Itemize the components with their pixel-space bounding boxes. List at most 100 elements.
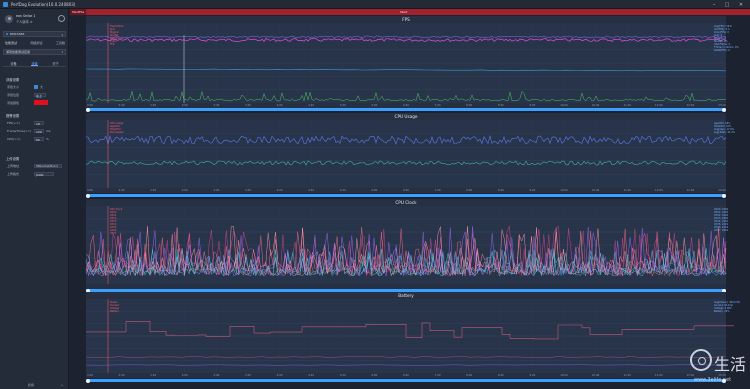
user-profile[interactable]: ean Sellse 1 个人版本 ≡ (3, 13, 66, 27)
time-tick-label: 0:40 (118, 104, 125, 107)
time-tick-label: 2:00 (181, 374, 188, 377)
watermark-logo-icon (690, 349, 712, 371)
time-tick-label: 6:00 (371, 374, 378, 377)
battery-panel: Battery Power Current Voltage Battery Av… (85, 292, 740, 378)
cpu-stats-legend: AppCPU: 18% TotalCPU: 42% Avg(App): 17.6… (714, 122, 742, 134)
maximize-button[interactable]: □ (721, 0, 733, 9)
avatar[interactable] (5, 15, 13, 23)
float-size-label: 浮窗大小 (7, 85, 20, 89)
time-tick-label: 8:40 (497, 374, 504, 377)
record-label[interactable]: Start (400, 10, 407, 14)
upload-url-input[interactable]: https://perfdog.q (34, 164, 62, 168)
battery-timeline-scrollbar[interactable] (86, 378, 726, 383)
settings-gear-icon[interactable] (58, 15, 65, 22)
app-select[interactable]: 游戏性能测试应用 ▾ (3, 49, 66, 55)
alert-cpu-input[interactable]: 80 (34, 137, 44, 142)
float-position-label: 浮窗位置 (7, 93, 20, 97)
time-tick-label: 9:20 (529, 104, 536, 107)
time-tick-label: 4:40 (308, 374, 315, 377)
start-file-tab[interactable]: StartFile (70, 9, 86, 15)
fps-plot[interactable]: FrameTime Jank BigJank Stutter InterFram… (85, 23, 739, 103)
site-watermark: 生活 www.3elife.net (690, 349, 746, 387)
time-tick-label: 1:20 (150, 189, 157, 192)
time-tick-label: 2:40 (213, 374, 220, 377)
tab-settings[interactable]: 设置 (31, 61, 38, 66)
alert-fps-input[interactable]: 18 (34, 121, 44, 126)
battery-plot[interactable]: Power Current Voltage Battery Avg(Power)… (85, 299, 740, 373)
time-tick-label: 9:20 (529, 374, 536, 377)
alert-cpu-unit: % (46, 137, 49, 141)
time-tick-label: 6:00 (371, 104, 378, 107)
scroll-start-handle[interactable] (86, 107, 90, 112)
watermark-url: www.3elife.net (694, 377, 732, 383)
time-tick-label: 4:40 (308, 189, 315, 192)
fps-legend-item: FPS (110, 43, 115, 46)
cpu-usage-plot[interactable]: CPU Usage AppCPU TotalCPU Normalized App… (85, 120, 735, 188)
cpu-clock-chart (85, 206, 727, 284)
time-tick-label: 5:20 (339, 189, 346, 192)
tab-device[interactable]: 设备 (10, 61, 16, 66)
close-button[interactable]: ✕ (735, 0, 747, 9)
device-select[interactable]: RMX3366 ▾ (3, 31, 66, 37)
time-tick-label: 10:00 (560, 374, 568, 377)
minimize-button[interactable]: – (708, 0, 720, 9)
time-tick-label: 11:20 (623, 189, 631, 192)
scroll-start-handle[interactable] (86, 193, 90, 198)
time-tick-label: 8:00 (466, 189, 473, 192)
time-tick-label: 0:40 (118, 189, 125, 192)
section-alert: 报警设置 (6, 114, 20, 118)
time-tick-label: 7:20 (434, 189, 441, 192)
fps-stat: Delta(FPS): 0 (714, 49, 730, 52)
time-tick-label: 4:40 (308, 104, 315, 107)
battery-red-legend: Power Current Voltage Battery (110, 301, 140, 313)
time-tick-label: 7:20 (434, 374, 441, 377)
battery-stat: Battery: 74% (714, 310, 730, 313)
user-name: ean Sellse 1 (16, 14, 36, 18)
record-strip: StartFile Start (70, 9, 750, 15)
time-tick-label: 8:40 (497, 104, 504, 107)
alert-frametime-input[interactable]: 100 (34, 129, 44, 134)
battery-time-axis: 0:00 0:40 1:20 2:00 2:40 3:20 4:00 4:40 5:20 6:00… (86, 374, 726, 378)
battery-stats-legend: Avg(Power): 3621mW Current: 912mA Voltag… (714, 301, 742, 313)
fps-timeline-scrollbar[interactable] (86, 107, 726, 112)
time-tick-label: 0:40 (118, 374, 125, 377)
alert-frametime-unit: ms (46, 129, 51, 133)
title-bar: PerfDog Evolution(10.0.240803) – □ ✕ (0, 0, 750, 9)
cpu-clock-plot[interactable]: CPU Clock CPU0 CPU1 CPU2 CPU3 CPU4 CPU5 … (85, 206, 728, 284)
float-position-select[interactable]: 左上 (34, 93, 46, 98)
collapse-icon[interactable]: « (61, 383, 63, 387)
battery-legend-item: Battery (110, 310, 119, 313)
cpu-timeline-scrollbar[interactable] (86, 193, 726, 198)
time-tick-label: 11:20 (623, 374, 631, 377)
time-tick-label: 8:40 (497, 189, 504, 192)
nav-network[interactable]: 网络测试 (30, 41, 42, 47)
upload-format-select[interactable]: JSON (34, 172, 54, 177)
time-tick-label: 5:20 (339, 104, 346, 107)
time-tick-label: 0:00 (87, 104, 93, 107)
time-tick-label: 4:00 (276, 189, 283, 192)
tab-about[interactable]: 关于 (52, 61, 58, 66)
nav-performance[interactable]: 性能测试 (5, 41, 17, 47)
cpu-legend-item: Normalized (110, 131, 124, 134)
time-tick-label: 13:20 (718, 189, 726, 192)
scroll-end-handle[interactable] (722, 107, 726, 112)
section-upload: 上传设置 (6, 157, 20, 161)
app-name: 游戏性能测试应用 (6, 50, 31, 54)
collapse-label[interactable]: 折叠 (28, 383, 34, 387)
clock-red-legend: CPU Clock CPU0 CPU1 CPU2 CPU3 CPU4 CPU5 … (110, 208, 140, 235)
cpu-usage-title: CPU Usage (394, 114, 418, 119)
cpu-usage-chart (85, 120, 727, 188)
time-tick-label: 6:40 (403, 374, 409, 377)
fps-panel: FPS FrameTime Jank BigJank Stutter Inter… (85, 16, 739, 108)
time-tick-label: 10:40 (591, 104, 600, 107)
battery-title: Battery (398, 293, 414, 298)
time-tick-label: 2:40 (213, 189, 220, 192)
user-plan: 个人版本 ≡ (16, 20, 33, 24)
float-color-swatch[interactable] (34, 100, 48, 105)
nav-toolbox[interactable]: 工具箱 (56, 41, 65, 47)
fps-chart (85, 23, 727, 103)
float-size-toggle[interactable] (34, 85, 38, 89)
scroll-end-handle[interactable] (722, 193, 726, 198)
scroll-start-handle[interactable] (86, 378, 90, 383)
chevron-down-icon: ▾ (61, 50, 63, 54)
